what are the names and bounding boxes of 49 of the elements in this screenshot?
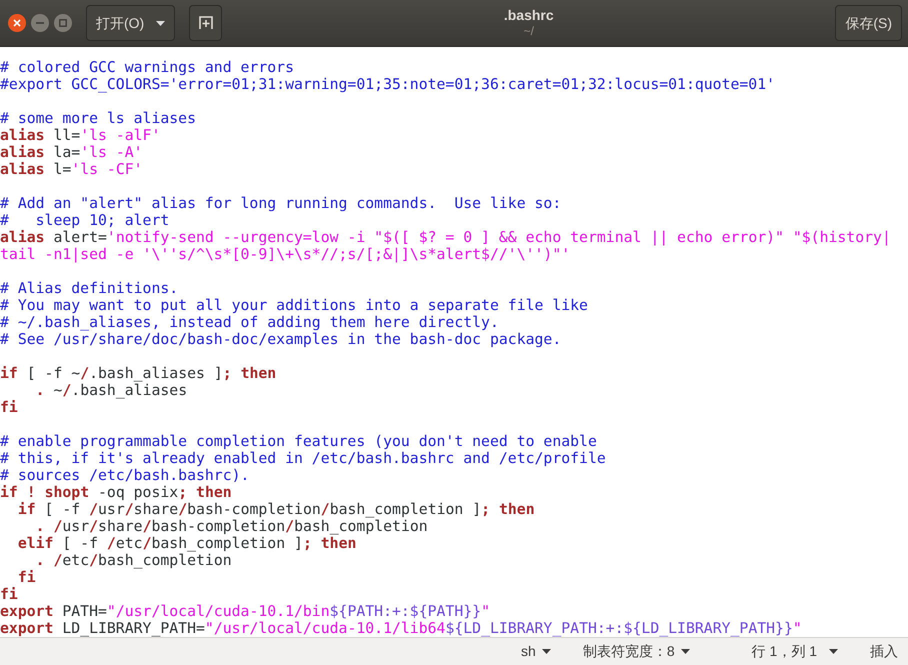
code-line: alias la='ls -A' [0,144,143,162]
new-document-button[interactable] [189,5,222,42]
insert-mode-label: 插入 [870,642,898,662]
code-line: alias l='ls -CF' [0,161,143,178]
code-line: . /etc/bash_completion [36,552,232,570]
maximize-button[interactable] [54,14,72,32]
code-line: alias ll='ls -alF' [0,127,160,144]
new-document-icon [198,16,213,30]
caret-icon [829,649,838,654]
tab-width-dropdown[interactable]: 制表符宽度：8 [576,641,696,662]
code-line: # colored GCC warnings and errors [0,59,294,76]
code-line: fi [0,586,18,604]
code-line: # ~/.bash_aliases, instead of adding them here directly. [0,314,499,332]
code-line: # sleep 10; alert [0,212,170,230]
maximize-icon [59,19,67,28]
code-line: if [ -f ~/.bash_aliases ]; then [0,365,276,382]
open-button[interactable]: 打开(O) [86,5,176,42]
code-line: # this, if it's already enabled in /etc/bash.bashrc and /etc/profile [0,450,606,468]
minimize-icon [36,22,44,24]
code-line: # Add an "alert" alias for long running commands. Use like so: [0,195,562,212]
code-line: if [ -f /usr/share/bash-completion/bash_completion ]; then [16,501,535,518]
caret-icon [542,649,551,654]
code-line: # some more ls aliases [0,110,196,128]
close-button[interactable] [8,14,26,32]
code-line: #export GCC_COLORS='error=01;31:warning=01;35:note=01;36:caret=01;32:locus=01:quote=01' [0,76,776,94]
code-line: export PATH="/usr/local/cuda-10.1/bin${PATH:+:${PATH}}" [0,603,490,620]
code-line: fi [0,399,18,416]
cursor-position-dropdown[interactable]: 行 1，列 1 [746,641,844,662]
save-button[interactable]: 保存(S) [835,5,902,42]
code-line: if ! shopt -oq posix; then [0,484,232,502]
code-line: # You may want to put all your additions into a separate file like [0,297,588,314]
code-line: # Alias definitions. [0,280,178,298]
code-line: # enable programmable completion features (you don't need to enable [0,433,597,450]
window-title: .bashrc [504,6,554,24]
code-line: alias alert='notify-send --urgency=low -i "$([ $? = 0 ] && echo terminal || echo error)" "$(history| [0,229,891,246]
code-line: # sources /etc/bash.bashrc). [0,467,250,484]
code-line: fi [18,569,36,586]
code-line: elif [ -f /etc/bash_completion ]; then [16,535,356,552]
language-dropdown[interactable]: sh [515,641,557,662]
window-subtitle: ~/ [524,24,534,40]
minimize-button[interactable] [31,14,49,32]
caret-icon [156,20,166,26]
code-line: tail -n1|sed -e '\''s/^\s*[0-9]\+\s*//;s/[;&|]\s*alert$//'\'')"' [0,246,570,264]
close-icon [13,19,21,28]
code-line: . ~/.bash_aliases [34,382,188,400]
code-line: export LD_LIBRARY_PATH="/usr/local/cuda-10.1/lib64${LD_LIBRARY_PATH:+:${LD_LIBRARY_PATH}}" [0,620,802,638]
code-line: . /usr/share/bash-completion/bash_completion [34,518,428,536]
caret-icon [680,649,690,654]
code-line: # See /usr/share/doc/bash-doc/examples in the bash-doc package. [0,331,562,348]
